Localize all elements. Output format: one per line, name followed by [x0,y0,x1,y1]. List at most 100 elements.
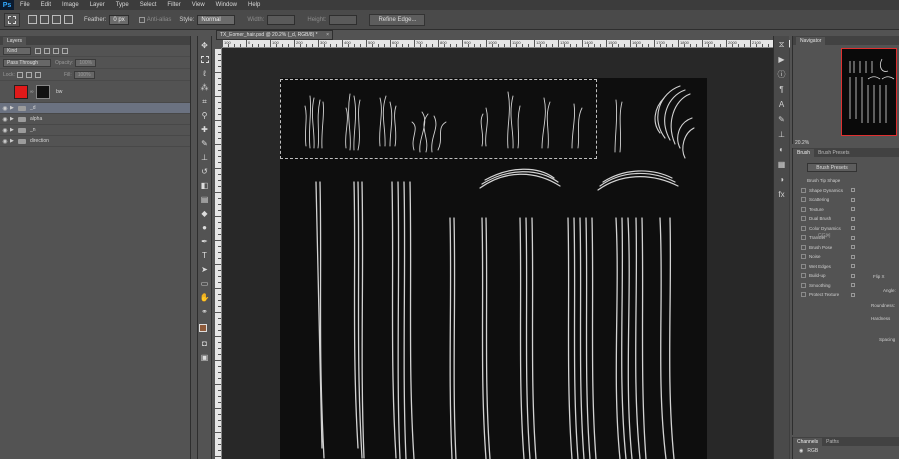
swatches-icon[interactable]: ▦ [776,160,787,170]
brush-tool-icon[interactable]: ✎ [199,138,210,149]
lock-icon[interactable] [851,283,855,288]
option-checkbox[interactable] [801,273,806,279]
option-checkbox[interactable] [801,225,806,231]
brush-option-item[interactable]: Scattering [793,195,899,205]
option-checkbox[interactable] [801,197,806,203]
subtract-selection-icon[interactable] [52,15,61,24]
marquee-tool-icon[interactable] [199,54,210,65]
lock-position-icon[interactable] [25,71,32,78]
actions-play-icon[interactable]: ▶ [776,55,787,65]
navigator-zoom-value[interactable]: 20.2% [795,140,809,146]
character-icon[interactable]: A [776,100,787,110]
refine-edge-button[interactable]: Refine Edge... [369,13,426,26]
styles-icon[interactable]: fx [776,190,787,200]
option-checkbox[interactable] [801,187,806,193]
brush-option-item[interactable]: Texture [793,205,899,215]
zoom-tool-icon[interactable]: ⚭ [199,306,210,317]
close-icon[interactable]: × [326,32,329,38]
eyedropper-tool-icon[interactable]: ⚲ [199,110,210,121]
layer-row-direction[interactable]: ◉ ▶ direction [0,136,190,147]
option-checkbox[interactable] [801,216,806,222]
lock-all-icon[interactable] [34,71,41,78]
layer-row-alpha[interactable]: ◉ ▶ alpha [0,114,190,125]
lock-icon[interactable] [851,216,855,221]
gradient-tool-icon[interactable]: ▤ [199,194,210,205]
brush-presets-tab[interactable]: Brush Presets [814,149,853,157]
adjustments-icon[interactable]: ◑ [776,175,787,185]
shape-tool-icon[interactable]: ▭ [199,278,210,289]
menu-layer[interactable]: Layer [90,2,105,8]
layer-row-n[interactable]: ◉ ▶ _n [0,125,190,136]
lock-icon[interactable] [851,188,855,193]
clone-stamp-tool-icon[interactable]: ⊥ [199,152,210,163]
hand-tool-icon[interactable]: ✋ [199,292,210,303]
opacity-input[interactable]: 100% [75,58,97,67]
style-select[interactable]: Normal [197,14,236,25]
brush-tab[interactable]: Brush [793,148,815,157]
navigator-thumbnail[interactable] [841,48,897,136]
move-tool-icon[interactable]: ✥ [199,40,210,51]
menu-select[interactable]: Select [140,2,157,8]
healing-brush-tool-icon[interactable]: ✚ [199,124,210,135]
menu-filter[interactable]: Filter [167,2,180,8]
type-tool-icon[interactable]: T [199,250,210,261]
brush-option-item[interactable]: Dual Brush [793,214,899,224]
lock-icon[interactable] [851,245,855,250]
lock-icon[interactable] [851,226,855,231]
option-checkbox[interactable] [801,282,806,288]
path-select-tool-icon[interactable]: ➤ [199,264,210,275]
visibility-eye-icon[interactable]: ◉ [0,138,10,145]
layer-mask-thumbnail[interactable] [36,84,50,99]
quick-mask-icon[interactable]: ◘ [199,338,210,349]
dodge-tool-icon[interactable]: ● [199,222,210,233]
layer-row-d[interactable]: ◉ ▶ _d [0,103,190,114]
filter-adjust-icon[interactable] [44,47,50,54]
visibility-eye-icon[interactable]: ◉ [0,116,10,123]
add-selection-icon[interactable] [40,15,49,24]
option-checkbox[interactable] [801,206,806,212]
brush-option-item[interactable]: Noise [793,252,899,262]
lock-icon[interactable] [851,264,855,269]
expand-arrow-icon[interactable]: ▶ [10,127,18,133]
lock-icon[interactable] [851,207,855,212]
paragraph-icon[interactable]: ¶ [776,85,787,95]
crop-tool-icon[interactable]: ⌗ [199,96,210,107]
menu-edit[interactable]: Edit [41,2,51,8]
height-input[interactable] [329,14,358,25]
filter-shape-icon[interactable] [62,47,68,54]
lock-pixels-icon[interactable] [16,71,23,78]
brush-option-item[interactable]: Transfer [793,233,899,243]
brush-tip-shape-item[interactable]: Brush Tip Shape [793,176,899,186]
lock-icon[interactable] [851,273,855,278]
flip-x-label[interactable]: Flip X [873,274,885,279]
width-input[interactable] [267,14,296,25]
tool-preset-picker[interactable] [4,12,20,27]
option-checkbox[interactable] [801,254,806,260]
menu-image[interactable]: Image [62,2,79,8]
menu-file[interactable]: File [20,2,30,8]
history-brush-tool-icon[interactable]: ↺ [199,166,210,177]
option-checkbox[interactable] [801,292,806,298]
history-icon[interactable]: ⧖ [776,40,787,50]
navigator-tab[interactable]: Navigator [796,36,826,45]
lock-icon[interactable] [851,292,855,297]
antialias-checkbox[interactable] [138,16,145,23]
clone-source-icon[interactable]: ⊥ [776,130,787,140]
brush-option-item[interactable]: Wet Edges [793,262,899,272]
feather-input[interactable]: 0 px [109,14,129,25]
brush-option-item[interactable]: Shape Dynamics [793,186,899,196]
brush-option-item[interactable]: Color Dynamics [793,224,899,234]
visibility-eye-icon[interactable]: ◉ [0,105,10,112]
horizontal-ruler[interactable]: 100 0 100 200 300 400 500 600 700 800 900 1000 1100 1… [222,40,790,48]
menu-view[interactable]: View [192,2,205,8]
brush-panel-icon[interactable]: ✎ [776,115,787,125]
fill-input[interactable]: 100% [73,70,95,79]
channels-tab[interactable]: Channels [793,437,823,446]
layers-tab[interactable]: Layers [3,36,27,45]
brush-presets-button[interactable]: Brush Presets [807,163,857,172]
expand-arrow-icon[interactable]: ▶ [10,116,18,122]
blend-mode-select[interactable]: Pass Through [3,58,51,67]
new-selection-icon[interactable] [28,15,37,24]
layer-row-bw[interactable]: ∞ bw [0,81,190,103]
visibility-eye-icon[interactable]: ◉ [0,127,10,134]
